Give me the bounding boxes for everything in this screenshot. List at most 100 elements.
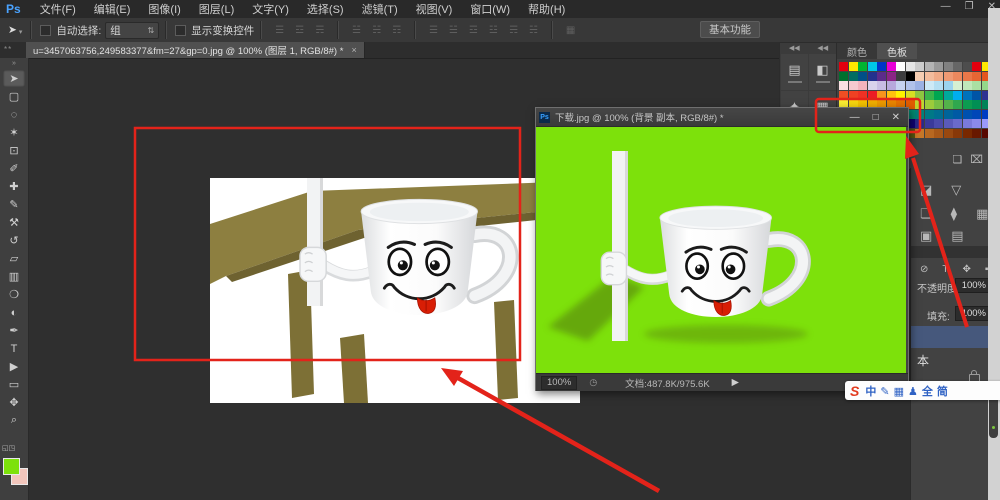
swatch-0-2[interactable] — [858, 62, 867, 71]
swatch-4-8[interactable] — [915, 100, 924, 109]
swatch-3-8[interactable] — [915, 91, 924, 100]
swatch-2-3[interactable] — [868, 81, 877, 90]
restore-icon[interactable]: ❐ — [965, 1, 974, 12]
icon[interactable]: ☵ — [529, 25, 538, 36]
mini-swatch-icon[interactable]: ◱◳ — [2, 444, 15, 452]
menu-item-2[interactable]: 图像(I) — [139, 4, 189, 16]
fill-value[interactable]: 100% — [955, 306, 990, 321]
crop-tool[interactable]: ⊡ — [3, 142, 25, 159]
icon[interactable]: ☰ — [429, 25, 438, 36]
icon[interactable]: ☲ — [469, 25, 478, 36]
auto-select-checkbox[interactable] — [40, 25, 51, 36]
swatch-1-11[interactable] — [944, 72, 953, 81]
swatch-2-2[interactable] — [858, 81, 867, 90]
swatch-3-3[interactable] — [868, 91, 877, 100]
swatch-4-14[interactable] — [972, 100, 981, 109]
swatch-3-0[interactable] — [839, 91, 848, 100]
hand-tool[interactable]: ✥ — [3, 394, 25, 411]
swatch-1-4[interactable] — [877, 72, 886, 81]
icon[interactable]: T — [942, 264, 948, 275]
gradient-tool[interactable]: ▥ — [3, 268, 25, 285]
swatch-6-9[interactable] — [925, 119, 934, 128]
swatch-7-9[interactable] — [925, 129, 934, 138]
eraser-tool[interactable]: ▱ — [3, 250, 25, 267]
icon[interactable]: ☶ — [392, 25, 401, 36]
icon[interactable]: ☵ — [372, 25, 381, 36]
swatch-5-13[interactable] — [963, 110, 972, 119]
new-swatch-icon[interactable]: ❏ — [952, 153, 962, 166]
dock-panel-button[interactable]: ◧ — [809, 54, 836, 90]
swatch-1-13[interactable] — [963, 72, 972, 81]
swatch-2-14[interactable] — [972, 81, 981, 90]
delete-swatch-icon[interactable]: ⌧ — [970, 153, 983, 166]
icon[interactable]: ☳ — [489, 25, 498, 36]
icon[interactable]: ☰ — [275, 25, 284, 36]
swatch-0-1[interactable] — [849, 62, 858, 71]
collapse-panels-icon[interactable]: ◀◀ — [817, 43, 828, 54]
clone-stamp-tool[interactable]: ⚒ — [3, 214, 25, 231]
opacity-value[interactable]: 100% — [955, 278, 990, 293]
swatch-3-4[interactable] — [877, 91, 886, 100]
swatch-0-14[interactable] — [972, 62, 981, 71]
path-selection-tool[interactable]: ▶ — [3, 358, 25, 375]
swatch-3-10[interactable] — [934, 91, 943, 100]
swatch-4-10[interactable] — [934, 100, 943, 109]
show-transform-checkbox[interactable] — [175, 25, 186, 36]
swatch-0-13[interactable] — [963, 62, 972, 71]
swatch-0-4[interactable] — [877, 62, 886, 71]
menu-item-5[interactable]: 选择(S) — [298, 4, 353, 16]
menu-item-6[interactable]: 滤镜(T) — [353, 4, 407, 16]
swatch-1-0[interactable] — [839, 72, 848, 81]
icon[interactable]: ▤ — [788, 62, 800, 77]
icon[interactable]: ▦ — [976, 206, 988, 222]
swatch-1-3[interactable] — [868, 72, 877, 81]
swatch-3-5[interactable] — [887, 91, 896, 100]
tab-close-icon[interactable]: × — [351, 45, 356, 55]
swatch-3-6[interactable] — [896, 91, 905, 100]
minimize-icon[interactable]: — — [941, 1, 951, 12]
ime-button-5[interactable]: 简 — [937, 386, 948, 398]
chevron-down-icon[interactable]: ▾ — [17, 24, 25, 36]
close-icon[interactable]: ✕ — [892, 112, 900, 123]
icon[interactable]: ▤ — [951, 228, 963, 244]
swatch-7-13[interactable] — [963, 129, 972, 138]
swatch-6-10[interactable] — [934, 119, 943, 128]
swatch-6-12[interactable] — [953, 119, 962, 128]
main-document-canvas[interactable] — [210, 178, 580, 403]
swatch-5-8[interactable] — [915, 110, 924, 119]
icon[interactable]: ◪ — [920, 182, 932, 198]
icon[interactable]: ❏ — [920, 206, 932, 222]
swatch-0-0[interactable] — [839, 62, 848, 71]
menu-item-1[interactable]: 编辑(E) — [85, 4, 140, 16]
swatch-7-11[interactable] — [944, 129, 953, 138]
swatch-4-12[interactable] — [953, 100, 962, 109]
swatch-0-5[interactable] — [887, 62, 896, 71]
marquee-tool[interactable]: ▢ — [3, 88, 25, 105]
swatch-2-8[interactable] — [915, 81, 924, 90]
icon[interactable]: ☲ — [295, 25, 304, 36]
dodge-tool[interactable]: ◐ — [3, 304, 25, 321]
swatch-2-6[interactable] — [896, 81, 905, 90]
document-tab[interactable]: u=3457063756,249583377&fm=27&gp=0.jpg @ … — [26, 42, 365, 58]
brush-tool[interactable]: ✎ — [3, 196, 25, 213]
ime-button-3[interactable]: ♟ — [908, 386, 918, 398]
dock-panel-button[interactable]: ▤ — [781, 54, 808, 90]
swatch-1-9[interactable] — [925, 72, 934, 81]
swatch-4-9[interactable] — [925, 100, 934, 109]
swatch-0-6[interactable] — [896, 62, 905, 71]
swatch-1-12[interactable] — [953, 72, 962, 81]
swatch-6-8[interactable] — [915, 119, 924, 128]
pen-tool[interactable]: ✒ — [3, 322, 25, 339]
swatch-2-11[interactable] — [944, 81, 953, 90]
history-brush-tool[interactable]: ↺ — [3, 232, 25, 249]
swatch-1-1[interactable] — [849, 72, 858, 81]
swatch-6-13[interactable] — [963, 119, 972, 128]
foreground-color-swatch[interactable] — [3, 458, 20, 475]
blur-tool[interactable]: ❍ — [3, 286, 25, 303]
tab-swatches[interactable]: 色板 — [877, 43, 917, 59]
swatch-6-14[interactable] — [972, 119, 981, 128]
swatch-2-5[interactable] — [887, 81, 896, 90]
swatch-5-9[interactable] — [925, 110, 934, 119]
status-flyout-arrow-icon[interactable]: ▶ — [732, 377, 739, 388]
icon[interactable]: ☴ — [315, 25, 324, 36]
